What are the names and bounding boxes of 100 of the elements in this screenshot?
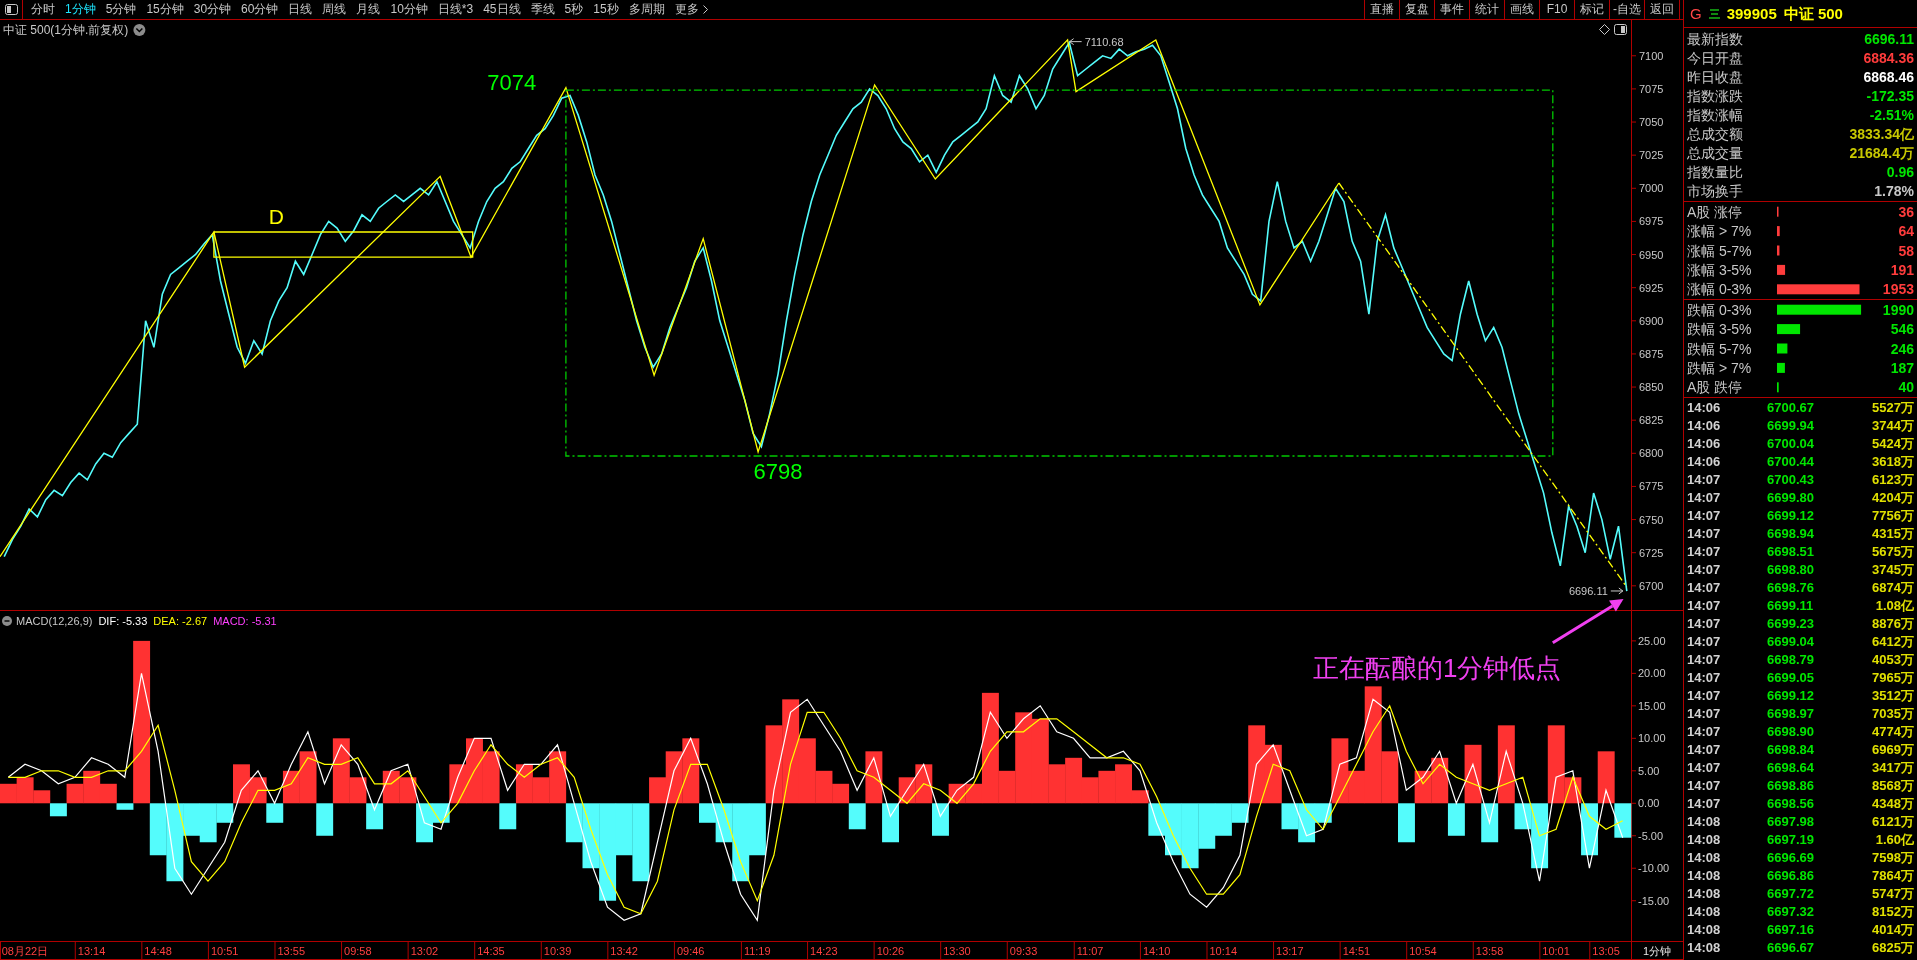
toolbar-button[interactable]: 统计 — [1469, 0, 1504, 19]
chevron-right-icon — [702, 5, 708, 14]
trade-volume: 8876万 — [1871, 615, 1914, 633]
trade-time: 14:06 — [1687, 453, 1722, 471]
panel-icon[interactable] — [4, 4, 18, 15]
axis-label: 6975 — [1639, 215, 1664, 228]
stat-value: 6696.11 — [1864, 30, 1914, 49]
category-label: 跌幅 0-3% — [1687, 301, 1752, 318]
bar — [316, 803, 334, 836]
axis-label: 7000 — [1639, 182, 1664, 195]
axis-label: 13:55 — [277, 945, 305, 957]
trade-price: 6699.94 — [1767, 417, 1815, 435]
period-tab[interactable]: 5分钟 — [101, 0, 141, 19]
value-label: 36 — [1898, 203, 1914, 220]
category-label: 涨幅 0-3% — [1687, 281, 1752, 298]
trade-price: 6698.79 — [1767, 651, 1815, 669]
trade-volume: 1.60亿 — [1874, 831, 1914, 849]
window-icon[interactable] — [1614, 24, 1627, 35]
stat-label: 指数涨幅 — [1687, 106, 1743, 125]
axis-label: 10:01 — [1542, 945, 1570, 957]
value-label: 58 — [1898, 242, 1914, 259]
category-label: A股 涨停 — [1687, 203, 1743, 220]
bar — [499, 803, 517, 830]
value-label: 40 — [1898, 379, 1914, 396]
bar — [1777, 284, 1860, 295]
trade-volume: 7035万 — [1871, 705, 1914, 723]
stat-label: 总成交量 — [1687, 144, 1743, 163]
category-label: A股 跌停 — [1687, 379, 1743, 396]
period-tab[interactable]: 15秒 — [589, 0, 623, 19]
trade-time: 14:07 — [1687, 687, 1722, 705]
bar — [1777, 362, 1785, 373]
menu-icon[interactable] — [1708, 8, 1720, 19]
axis-label: 14:48 — [144, 945, 172, 957]
period-tab[interactable]: 60分钟 — [237, 0, 283, 19]
trade-time: 14:07 — [1687, 561, 1722, 579]
toolbar-button[interactable]: 返回 — [1644, 0, 1679, 19]
period-tab[interactable]: 日线 — [284, 0, 317, 19]
toolbar-button[interactable]: 复盘 — [1399, 0, 1434, 19]
axis-label: 6950 — [1639, 248, 1664, 261]
legend-label: MACD(12,26,9) — [16, 615, 93, 627]
period-tab[interactable]: 分时 — [27, 0, 59, 19]
axis-label: 7050 — [1639, 116, 1664, 129]
category-label: 涨幅 3-5% — [1687, 261, 1752, 278]
trade-time: 14:07 — [1687, 741, 1722, 759]
bar — [133, 640, 151, 804]
bar — [1777, 324, 1801, 335]
stat-value: 1.78% — [1874, 182, 1914, 201]
toolbar-button[interactable]: 事件 — [1434, 0, 1469, 19]
axis-label: 14:35 — [477, 945, 505, 957]
toolbar-button[interactable]: F10 — [1539, 0, 1574, 19]
trade-time: 14:07 — [1687, 705, 1722, 723]
period-tab[interactable]: 日线*3 — [433, 0, 478, 19]
toolbar-button[interactable]: 画线 — [1504, 0, 1539, 19]
value-label: 187 — [1890, 359, 1914, 376]
period-tab[interactable]: 月线 — [352, 0, 385, 19]
collapse-icon[interactable] — [2, 616, 12, 626]
price-label: 7110.68 — [1084, 35, 1124, 48]
period-tab[interactable]: 1分钟 — [61, 0, 100, 19]
trade-time: 14:08 — [1687, 939, 1722, 957]
trade-price: 6699.12 — [1767, 687, 1815, 705]
period-tab[interactable]: 季线 — [526, 0, 559, 19]
callout-arrow — [1552, 599, 1624, 645]
axis-label: 13:05 — [1592, 945, 1620, 957]
diamond-icon[interactable] — [1599, 24, 1610, 35]
axis-label: 10:54 — [1409, 945, 1437, 957]
price-label: 6696.11 — [1568, 585, 1608, 597]
axis-label: 10:39 — [543, 945, 572, 957]
trade-volume: 7756万 — [1871, 507, 1914, 525]
bar — [1447, 803, 1465, 836]
trade-volume: 7598万 — [1871, 849, 1914, 867]
trade-time: 14:07 — [1687, 543, 1722, 561]
more-menu[interactable]: 更多 — [670, 0, 712, 19]
axis-label: 13:02 — [410, 945, 439, 957]
stat-value: -172.35 — [1866, 87, 1914, 106]
period-tab[interactable]: 30分钟 — [189, 0, 236, 19]
trade-volume: 4053万 — [1871, 651, 1914, 669]
chevron-down-icon[interactable] — [133, 24, 146, 36]
axis-label: 6725 — [1639, 546, 1664, 559]
trade-volume: 3618万 — [1871, 453, 1914, 471]
value-label: 1990 — [1882, 301, 1914, 318]
axis-label: 6825 — [1639, 414, 1664, 427]
period-tab[interactable]: 多周期 — [624, 0, 669, 19]
legend-label: DEA: -2.67 — [153, 615, 208, 627]
period-tab[interactable]: 45日线 — [479, 0, 525, 19]
trade-volume: 6412万 — [1871, 633, 1914, 651]
bar — [1777, 304, 1862, 315]
value-label: 546 — [1890, 321, 1914, 338]
trade-volume: 5747万 — [1871, 885, 1914, 903]
toolbar-button[interactable]: 标记 — [1574, 0, 1609, 19]
trade-time: 14:06 — [1687, 417, 1722, 435]
market-label: G — [1690, 4, 1702, 23]
period-tab[interactable]: 周线 — [318, 0, 351, 19]
period-tab[interactable]: 15分钟 — [142, 0, 188, 19]
period-tab[interactable]: 10分钟 — [386, 0, 432, 19]
category-label: 涨幅 > 7% — [1687, 223, 1752, 240]
period-tab[interactable]: 5秒 — [560, 0, 588, 19]
axis-label: 14:51 — [1342, 945, 1371, 957]
toolbar-button[interactable]: 直播 — [1364, 0, 1399, 19]
trade-time: 14:07 — [1687, 489, 1722, 507]
toolbar-button[interactable]: -自选 — [1609, 0, 1644, 19]
